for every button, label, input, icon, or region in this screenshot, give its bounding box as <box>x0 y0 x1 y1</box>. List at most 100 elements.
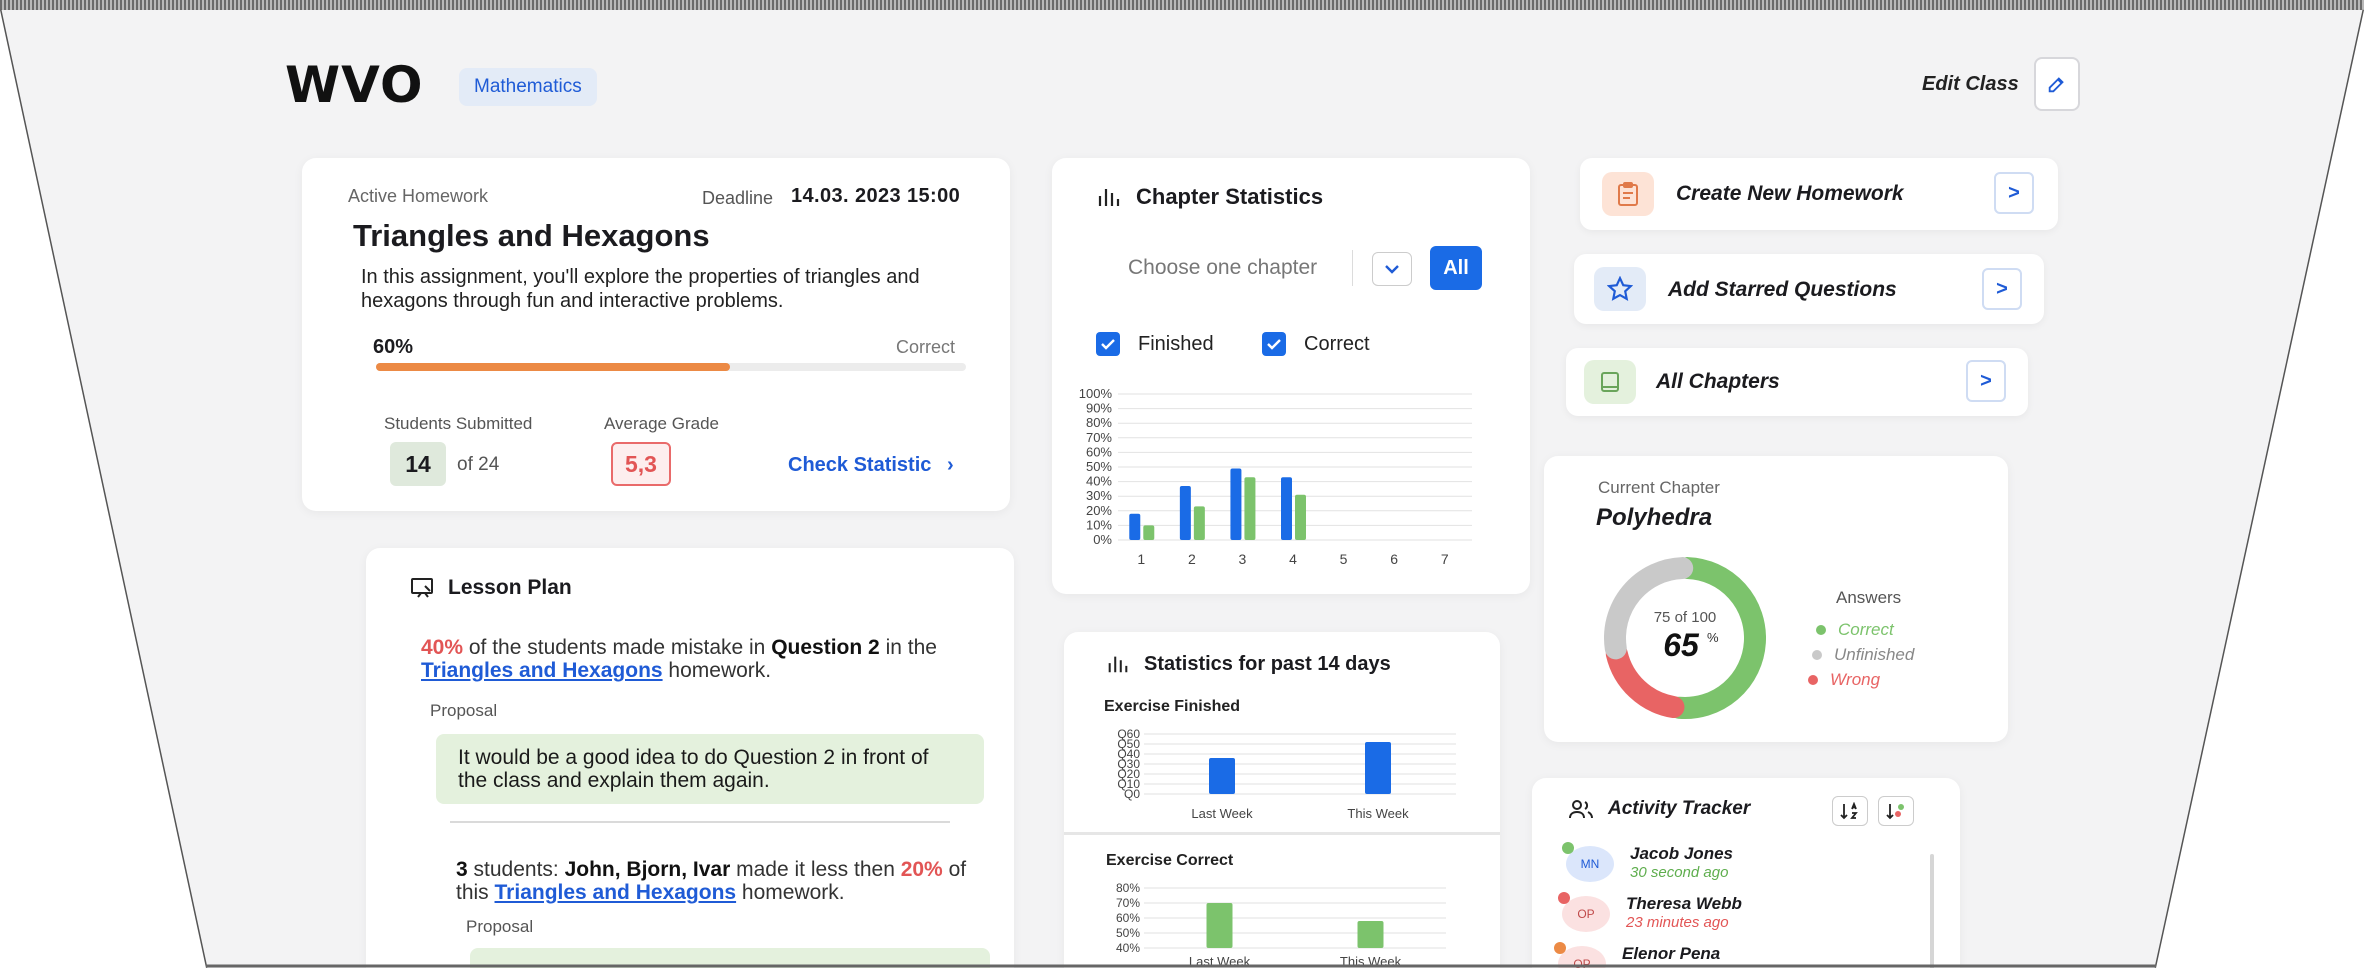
donut-percent: 65 <box>1663 627 1700 663</box>
lesson-item-1-text-b: in the <box>879 636 937 659</box>
x-tick-label: 4 <box>1289 551 1297 567</box>
all-chapters-open-button[interactable]: > <box>1966 360 2006 402</box>
activity-time: 30 second ago <box>1630 864 1729 881</box>
check-statistic-link[interactable]: Check Statistic › <box>788 454 954 477</box>
x-tick-label: 5 <box>1340 551 1348 567</box>
activity-row[interactable]: OP Elenor Pena <box>1532 940 1924 968</box>
lesson-item-2-count: 3 <box>456 858 468 881</box>
presentation-icon <box>411 578 433 598</box>
active-homework-label: Active Homework <box>348 186 489 206</box>
activity-time: 23 minutes ago <box>1626 914 1729 931</box>
current-chapter-label: Current Chapter <box>1598 478 1720 497</box>
create-homework-button[interactable]: > <box>1994 172 2034 214</box>
lesson-item-2-homework-link[interactable]: Triangles and Hexagons <box>495 881 737 904</box>
users-icon <box>1569 800 1593 819</box>
progress-bar <box>376 363 966 371</box>
chapter-statistics-card: Chapter Statistics Choose one chapter Al… <box>1052 158 1530 594</box>
lesson-item-2-names: John, Bjorn, Ivar <box>564 858 731 881</box>
activity-scrollbar[interactable] <box>1930 854 1934 968</box>
y-tick-label: 20% <box>1086 503 1112 518</box>
donut-count-label: 75 of 100 <box>1654 609 1717 626</box>
legend-item-correct: Correct <box>1816 620 1894 640</box>
lesson-item-2-percent: 20% <box>900 858 943 881</box>
x-tick-label: 1 <box>1137 551 1145 567</box>
sort-status-button[interactable] <box>1878 796 1914 826</box>
legend-dot <box>1812 650 1822 660</box>
average-grade-label: Average Grade <box>604 414 719 433</box>
lesson-item-1-text-a: of the students made mistake in <box>463 636 772 659</box>
starred-questions-card[interactable]: Add Starred Questions > <box>1574 254 2044 324</box>
x-tick-label: 6 <box>1390 551 1398 567</box>
activity-name: Elenor Pena <box>1622 944 1721 963</box>
activity-tracker-title: Activity Tracker <box>1608 798 1751 819</box>
bar-finished <box>1230 468 1242 540</box>
check-statistic-label: Check Statistic <box>788 454 932 476</box>
proposal-2-box <box>470 948 990 968</box>
active-homework-card: Active Homework Deadline 14.03. 2023 15:… <box>302 158 1010 511</box>
average-grade-value: 5,3 <box>611 442 671 486</box>
activity-row[interactable]: OP Theresa Webb 23 minutes ago <box>1532 890 1928 936</box>
lesson-item-1-text-c: homework. <box>662 659 772 682</box>
avatar: MN <box>1566 846 1614 882</box>
lesson-item-2-text-a: students: <box>467 858 565 881</box>
chapter-bar-chart: 100%90%80%70%60%50%40%30%20%10%0% 1 2 3 4 5 6 7 <box>1079 386 1472 567</box>
lesson-item-1-homework-link[interactable]: Triangles and Hexagons <box>421 659 663 682</box>
progress-bar-fill <box>376 363 730 371</box>
status-dot <box>1562 842 1574 854</box>
y-tick-label: Q0 <box>1124 787 1140 801</box>
y-tick-label: 0% <box>1093 532 1112 547</box>
answers-legend-title: Answers <box>1836 588 1902 607</box>
device-stage: WVO Mathematics Edit Class Active Homewo… <box>0 0 2364 968</box>
app-logo: WVO <box>285 56 424 114</box>
y-tick-label: 40% <box>1086 474 1112 489</box>
create-homework-card[interactable]: Create New Homework > <box>1580 158 2058 230</box>
starred-questions-button[interactable]: > <box>1982 268 2022 310</box>
y-tick-label: 90% <box>1086 401 1112 416</box>
y-tick-label: 40% <box>1116 941 1140 955</box>
students-total: of 24 <box>457 454 500 475</box>
subject-badge[interactable]: Mathematics <box>459 68 597 106</box>
proposal-1-label: Proposal <box>430 701 498 720</box>
legend-item-unfinished: Unfinished <box>1812 645 1914 665</box>
lesson-item-2-text: 3 students: John, Bjorn, Ivar made it le… <box>456 858 996 904</box>
past-14-days-charts: Q60Q50Q40Q30Q20Q10Q0Last Week This Week80… <box>1116 727 1456 968</box>
starred-questions-label: Add Starred Questions <box>1668 278 1897 301</box>
activity-tracker-card: Activity Tracker MN Jacob Jones 30 second … <box>1532 778 1960 968</box>
all-chapters-label: All Chapters <box>1656 370 1780 393</box>
legend-label: Correct <box>1838 620 1894 639</box>
legend-label: Unfinished <box>1834 645 1915 664</box>
y-tick-label: 70% <box>1086 430 1112 445</box>
y-tick-label: 100% <box>1079 386 1113 401</box>
sort-alpha-button[interactable] <box>1832 796 1868 826</box>
deadline-value: 14.03. 2023 15:00 <box>791 185 961 207</box>
bar-finished <box>1129 513 1141 540</box>
lesson-item-1-question: Question 2 <box>771 636 880 659</box>
x-tick-label: 3 <box>1239 551 1247 567</box>
edit-class-button[interactable] <box>2034 57 2080 111</box>
lesson-plan-title: Lesson Plan <box>448 576 572 599</box>
activity-tracker-header: Activity Tracker <box>1568 798 1750 820</box>
bar-finished <box>1281 477 1292 540</box>
proposal-1-box: It would be a good idea to do Question 2… <box>436 734 984 804</box>
activity-row[interactable]: MN Jacob Jones 30 second ago <box>1532 840 1932 886</box>
all-chapters-card[interactable]: All Chapters > <box>1566 348 2028 416</box>
star-icon <box>1594 267 1646 311</box>
legend-dot <box>1816 625 1826 635</box>
edit-class-label[interactable]: Edit Class <box>1922 73 2019 96</box>
bar-this-week <box>1365 742 1391 794</box>
proposal-2-label: Proposal <box>466 917 534 936</box>
y-tick-label: 60% <box>1116 911 1140 925</box>
bar-last-week <box>1209 758 1235 794</box>
students-submitted-count: 14 <box>390 442 446 486</box>
x-tick-label: Last Week <box>1189 954 1251 968</box>
x-tick-label: This Week <box>1340 954 1402 968</box>
bar-last-week <box>1206 903 1233 948</box>
bar-finished <box>1179 485 1191 540</box>
x-tick-label: 2 <box>1188 551 1196 567</box>
lesson-divider <box>450 821 950 823</box>
x-tick-label: Last Week <box>1191 806 1253 821</box>
y-tick-label: 30% <box>1086 488 1112 503</box>
dashboard-app: WVO Mathematics Edit Class Active Homewo… <box>0 10 2364 968</box>
past-14-days-card: Statistics for past 14 days Exercise Fin… <box>1064 632 1500 968</box>
sort-alpha-icon <box>1840 802 1858 820</box>
